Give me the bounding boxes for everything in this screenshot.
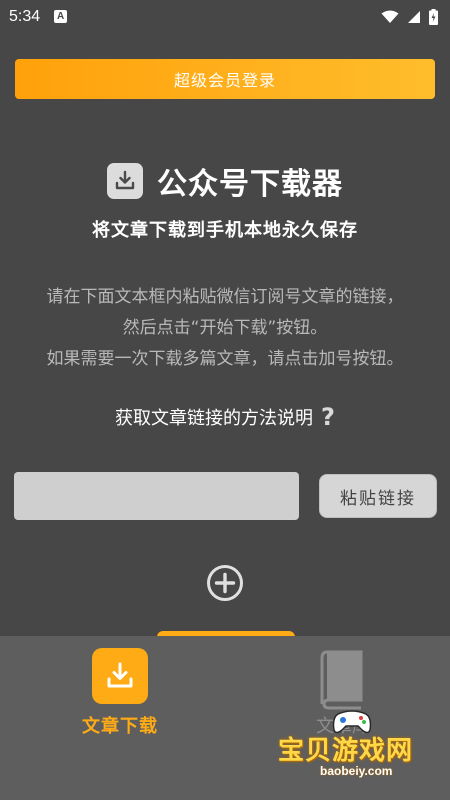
page-subtitle: 将文章下载到手机本地永久保存 [92, 220, 358, 241]
watermark: 宝贝游戏网 baobeiy.com [278, 700, 438, 780]
status-bar: 5:34 A [0, 0, 450, 33]
status-time: 5:34 [9, 7, 41, 25]
download-tab-icon[interactable] [92, 648, 148, 704]
wifi-icon [381, 10, 399, 23]
status-indicators [381, 8, 438, 25]
watermark-text: 宝贝游戏网 [278, 736, 414, 766]
page-title: 公众号下载器 [157, 167, 343, 202]
help-link-label[interactable]: 获取文章链接的方法说明 [115, 404, 313, 430]
paste-link-button[interactable]: 粘贴链接 [319, 474, 437, 518]
download-icon [107, 163, 143, 199]
article-link-input[interactable] [14, 472, 299, 520]
plus-circle-icon[interactable] [206, 564, 244, 602]
app-screen: 5:34 A 超级会员登录 公众号下载器 将文章下载到手机本地永久保存 请在下面… [0, 0, 450, 800]
watermark-url: baobeiy.com [320, 764, 393, 778]
vip-login-button[interactable]: 超级会员登录 [15, 59, 435, 99]
battery-icon [429, 8, 438, 25]
instructions: 请在下面文本框内粘贴微信订阅号文章的链接， 然后点击“开始下载”按钮。 如果需要… [0, 282, 450, 375]
question-icon[interactable]: ? [321, 403, 335, 431]
instruction-line: 然后点击“开始下载”按钮。 [122, 318, 328, 338]
notification-icon: A [54, 10, 68, 23]
help-link[interactable]: 获取文章链接的方法说明 ? [0, 402, 450, 432]
add-link-button[interactable] [206, 564, 244, 602]
tab-article-download-label[interactable]: 文章下载 [82, 712, 158, 738]
app-header: 公众号下载器 [0, 161, 450, 202]
signal-icon [408, 10, 420, 23]
instruction-line: 如果需要一次下载多篇文章，请点击加号按钮。 [46, 349, 404, 369]
tab-article-download[interactable]: 文章下载 [78, 648, 162, 748]
instruction-line: 请在下面文本框内粘贴微信订阅号文章的链接， [46, 287, 404, 307]
